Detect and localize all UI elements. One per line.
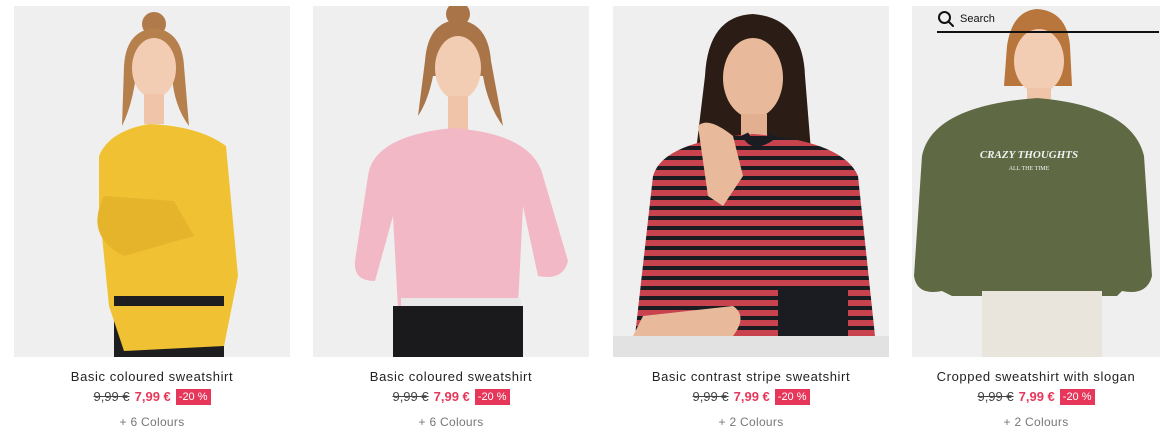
sale-price: 7,99 €	[433, 389, 470, 404]
search-icon[interactable]	[937, 10, 955, 28]
old-price: 9,99 €	[692, 389, 729, 404]
product-image[interactable]	[14, 6, 290, 357]
product-info: Basic contrast stripe sweatshirt 9,99 € …	[613, 369, 889, 429]
product-info: Cropped sweatshirt with slogan 9,99 € 7,…	[912, 369, 1160, 429]
discount-badge: -20 %	[774, 389, 810, 405]
old-price: 9,99 €	[977, 389, 1014, 404]
product-card[interactable]: Basic coloured sweatshirt 9,99 € 7,99 € …	[313, 6, 589, 442]
price-row: 9,99 € 7,99 € -20 %	[613, 389, 889, 405]
more-colours-link[interactable]: + 2 Colours	[613, 415, 889, 429]
price-row: 9,99 € 7,99 € -20 %	[313, 389, 589, 405]
product-card[interactable]: Basic contrast stripe sweatshirt 9,99 € …	[613, 6, 889, 442]
search-input[interactable]	[960, 13, 1150, 25]
sale-price: 7,99 €	[733, 389, 770, 404]
slogan-line-1: CRAZY THOUGHTS	[980, 149, 1078, 161]
product-name[interactable]: Basic contrast stripe sweatshirt	[613, 369, 889, 385]
price-row: 9,99 € 7,99 € -20 %	[912, 389, 1160, 405]
more-colours-link[interactable]: + 2 Colours	[912, 415, 1160, 429]
product-image[interactable]: CRAZY THOUGHTS ALL THE TIME	[912, 6, 1160, 357]
woman-yellow-sweatshirt-photo	[14, 6, 290, 357]
sale-price: 7,99 €	[1018, 389, 1055, 404]
woman-pink-sweatshirt-photo	[313, 6, 589, 357]
product-grid: Basic coloured sweatshirt 9,99 € 7,99 € …	[0, 0, 1166, 444]
product-name[interactable]: Basic coloured sweatshirt	[14, 369, 290, 385]
slogan-line-2: ALL THE TIME	[1009, 166, 1050, 172]
product-card[interactable]: Basic coloured sweatshirt 9,99 € 7,99 € …	[14, 6, 290, 442]
discount-badge: -20 %	[175, 389, 211, 405]
product-image[interactable]	[613, 6, 889, 357]
woman-khaki-slogan-sweatshirt-photo: CRAZY THOUGHTS ALL THE TIME	[912, 6, 1160, 357]
more-colours-link[interactable]: + 6 Colours	[313, 415, 589, 429]
product-name[interactable]: Basic coloured sweatshirt	[313, 369, 589, 385]
old-price: 9,99 €	[392, 389, 429, 404]
discount-badge: -20 %	[474, 389, 510, 405]
woman-striped-sweatshirt-photo	[613, 6, 889, 357]
product-card[interactable]: CRAZY THOUGHTS ALL THE TIME Cropped swea…	[912, 6, 1160, 442]
more-colours-link[interactable]: + 6 Colours	[14, 415, 290, 429]
product-name[interactable]: Cropped sweatshirt with slogan	[912, 369, 1160, 385]
sale-price: 7,99 €	[134, 389, 171, 404]
product-info: Basic coloured sweatshirt 9,99 € 7,99 € …	[313, 369, 589, 429]
product-image[interactable]	[313, 6, 589, 357]
price-row: 9,99 € 7,99 € -20 %	[14, 389, 290, 405]
search-bar[interactable]	[937, 7, 1159, 33]
product-info: Basic coloured sweatshirt 9,99 € 7,99 € …	[14, 369, 290, 429]
old-price: 9,99 €	[93, 389, 130, 404]
discount-badge: -20 %	[1059, 389, 1095, 405]
